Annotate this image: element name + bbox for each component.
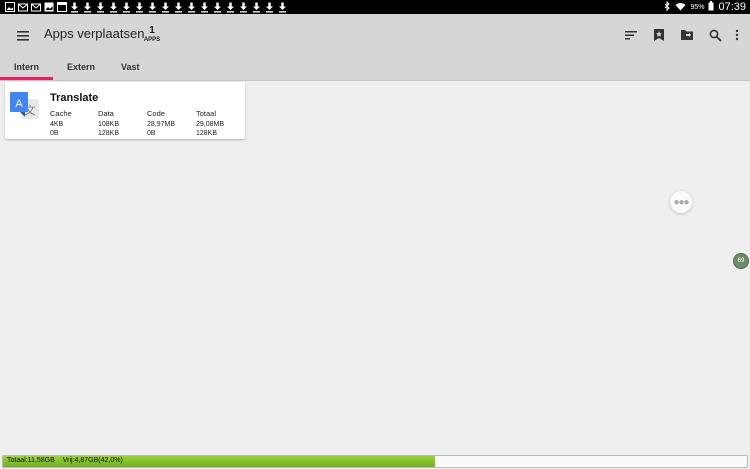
more-horiz-icon: ●●● [673, 196, 689, 208]
tab-vast[interactable]: Vast [121, 62, 140, 72]
active-tab-indicator [0, 77, 53, 80]
download-icon [147, 1, 158, 13]
clock: 07:39 [718, 1, 746, 13]
menu-button[interactable] [14, 26, 34, 46]
overflow-menu-button[interactable] [728, 26, 746, 44]
window-icon [56, 1, 67, 13]
download-icon [186, 1, 197, 13]
data-column: Data 108KB 128KB [98, 109, 119, 138]
storage-bar: Totaal:11,58GB Vrij:4,87GB(42,0%) [2, 455, 748, 468]
mail-icon [17, 1, 28, 13]
download-icon [238, 1, 249, 13]
download-icon [82, 1, 93, 13]
svg-text:A: A [15, 98, 23, 110]
bookmark-star-icon [654, 29, 664, 41]
status-bar: 95% 07:39 [0, 0, 750, 14]
total-header: Totaal [196, 109, 217, 118]
storage-text: Totaal:11,58GB Vrij:4,87GB(42,0%) [7, 457, 131, 464]
code-value-internal: 28,97MB [147, 121, 176, 128]
folder-move-icon [681, 30, 693, 40]
app-list: 文 A Translate Cache 4KB 0B Data 108KB 12… [0, 81, 750, 454]
total-value-internal: 29,08MB [196, 121, 225, 128]
battery-percentage: 95% [690, 3, 705, 11]
data-value-external: 128KB [98, 130, 120, 137]
download-icon [160, 1, 171, 13]
gallery-icon [43, 1, 54, 13]
tab-extern[interactable]: Extern [67, 62, 95, 72]
list-item[interactable]: 文 A Translate Cache 4KB 0B Data 108KB 12… [5, 82, 245, 139]
code-value-external: 0B [147, 130, 156, 137]
code-column: Code 28,97MB 0B [147, 109, 175, 138]
download-icon [95, 1, 106, 13]
cache-value-internal: 4KB [50, 121, 64, 128]
app-count-number: 1 [149, 25, 155, 36]
total-value-external: 128KB [196, 130, 218, 137]
folder-move-button[interactable] [678, 26, 696, 44]
app-count-label: APPS [143, 37, 161, 43]
app-count: 1 APPS [138, 25, 166, 44]
hamburger-menu-icon [17, 31, 29, 41]
storage-free: Vrij:4,87GB(42,0%) [62, 457, 123, 464]
notification-icons [4, 1, 288, 13]
sort-icon [625, 31, 637, 40]
data-header: Data [98, 109, 114, 118]
data-value-internal: 108KB [98, 121, 120, 128]
tab-bar: Intern Extern Vast [0, 58, 750, 81]
download-icon [69, 1, 80, 13]
wifi-icon [675, 2, 686, 13]
storage-total: Totaal:11,58GB [7, 457, 55, 464]
download-icon [199, 1, 210, 13]
floating-action-button[interactable]: ●●● [670, 191, 692, 213]
battery-icon [708, 1, 714, 13]
cache-header: Cache [50, 109, 72, 118]
download-icon [277, 1, 288, 13]
download-icon [212, 1, 223, 13]
bookmark-button[interactable] [650, 26, 668, 44]
image-icon [4, 1, 15, 13]
more-vert-icon [735, 29, 739, 41]
download-icon [108, 1, 119, 13]
search-icon [709, 29, 722, 42]
search-button[interactable] [706, 26, 724, 44]
download-icon [251, 1, 262, 13]
sort-button[interactable] [622, 26, 640, 44]
download-icon [121, 1, 132, 13]
code-header: Code [147, 109, 165, 118]
download-icon [264, 1, 275, 13]
cache-value-external: 0B [50, 130, 59, 137]
floating-badge[interactable]: 69 [733, 253, 749, 269]
app-name: Translate [50, 92, 99, 104]
download-icon [173, 1, 184, 13]
app-toolbar: Apps verplaatsen 1 APPS [0, 14, 750, 58]
translate-icon: 文 A [8, 90, 42, 124]
page-title: Apps verplaatsen [44, 26, 145, 41]
tab-intern[interactable]: Intern [14, 62, 39, 72]
system-icons: 95% 07:39 [664, 0, 746, 14]
bluetooth-icon [664, 0, 671, 13]
total-column: Totaal 29,08MB 128KB [196, 109, 224, 138]
download-icon [134, 1, 145, 13]
cache-column: Cache 4KB 0B [50, 109, 72, 138]
download-icon [225, 1, 236, 13]
mail-icon [30, 1, 41, 13]
